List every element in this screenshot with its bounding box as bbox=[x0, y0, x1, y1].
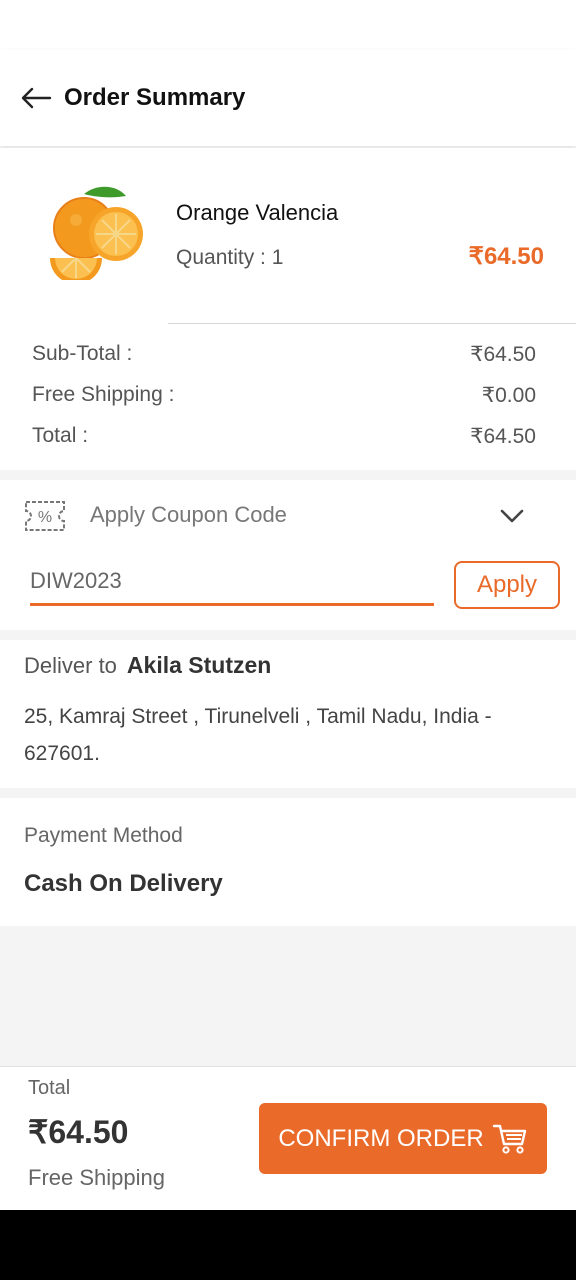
price-summary: Sub-Total : ₹64.50 Free Shipping : ₹0.00… bbox=[0, 324, 576, 470]
total-value: ₹64.50 bbox=[470, 425, 536, 448]
system-nav-bar bbox=[0, 1210, 576, 1280]
deliver-to-line: Deliver to Akila Stutzen bbox=[24, 652, 271, 679]
coupon-title: Apply Coupon Code bbox=[90, 502, 287, 527]
subtotal-value: ₹64.50 bbox=[470, 343, 536, 366]
orange-product-image bbox=[50, 186, 143, 280]
delivery-address: Deliver to Akila Stutzen 25, Kamraj Stree… bbox=[0, 640, 576, 788]
payment-method-label: Payment Method bbox=[24, 824, 183, 847]
recipient-name: Akila Stutzen bbox=[126, 652, 272, 678]
page-title: Order Summary bbox=[64, 84, 246, 111]
payment-method-section: Payment Method Cash On Delivery bbox=[0, 798, 576, 926]
apply-coupon-button[interactable]: Apply bbox=[454, 561, 560, 609]
confirm-order-button[interactable]: CONFIRM ORDER bbox=[259, 1103, 547, 1174]
subtotal-row: Sub-Total : ₹64.50 bbox=[32, 342, 536, 367]
product-name: Orange Valencia bbox=[176, 200, 339, 225]
subtotal-label: Sub-Total : bbox=[32, 342, 133, 365]
bottom-total-label: Total bbox=[28, 1077, 71, 1099]
total-row: Total : ₹64.50 bbox=[32, 424, 536, 449]
chevron-down-icon[interactable] bbox=[498, 502, 526, 530]
bottom-shipping-label: Free Shipping bbox=[28, 1165, 165, 1190]
payment-method-value: Cash On Delivery bbox=[24, 870, 223, 897]
status-bar bbox=[0, 0, 576, 50]
svg-text:%: % bbox=[38, 509, 52, 526]
back-arrow-icon bbox=[21, 87, 52, 109]
coupon-section: % Apply Coupon Code Apply bbox=[0, 480, 576, 630]
coupon-icon: % bbox=[25, 501, 65, 531]
confirm-order-label: CONFIRM ORDER bbox=[278, 1124, 484, 1152]
cart-icon bbox=[492, 1124, 526, 1154]
address-text: 25, Kamraj Street , Tirunelveli , Tamil … bbox=[24, 705, 492, 765]
app-header: Order Summary bbox=[0, 50, 576, 146]
back-button[interactable] bbox=[18, 80, 54, 116]
bottom-total-value: ₹64.50 bbox=[28, 1114, 129, 1150]
product-card: Orange Valencia Quantity : 1 ₹64.50 bbox=[0, 148, 576, 324]
checkout-bar: Total ₹64.50 Free Shipping CONFIRM ORDER bbox=[0, 1066, 576, 1210]
shipping-label: Free Shipping : bbox=[32, 383, 175, 406]
shipping-row: Free Shipping : ₹0.00 bbox=[32, 383, 536, 408]
total-label: Total : bbox=[32, 424, 89, 447]
product-price: ₹64.50 bbox=[468, 243, 544, 270]
deliver-to-label: Deliver to bbox=[24, 653, 117, 678]
coupon-code-input[interactable] bbox=[30, 558, 434, 606]
shipping-value: ₹0.00 bbox=[481, 384, 536, 407]
quantity-label: Quantity : 1 bbox=[176, 246, 284, 269]
